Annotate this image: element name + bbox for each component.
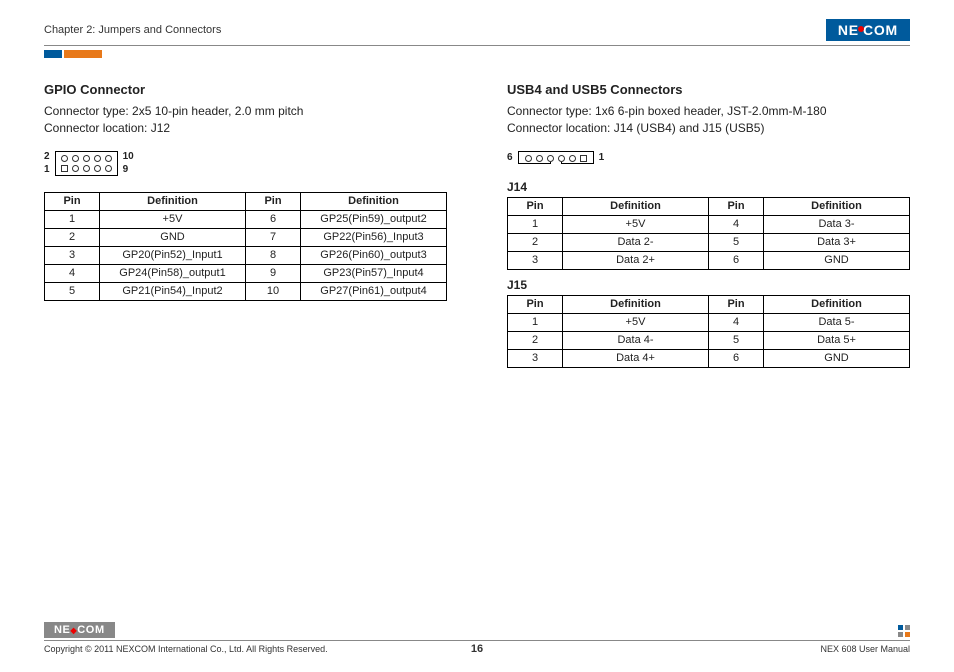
page-corner-icon <box>898 625 910 637</box>
j14-table: Pin Definition Pin Definition 1+5V4Data … <box>507 197 910 270</box>
table-row: 1+5V6GP25(Pin59)_output2 <box>45 210 447 228</box>
gpio-diagram: 2 1 10 9 <box>44 151 447 176</box>
table-row: 2Data 4-5Data 5+ <box>508 331 910 349</box>
table-row: 1+5V4Data 3- <box>508 215 910 233</box>
page-footer: NE◆COM Copyright © 2011 NEXCOM Internati… <box>44 622 910 654</box>
gpio-table: Pin Definition Pin Definition 1+5V6GP25(… <box>44 192 447 301</box>
j15-label: J15 <box>507 278 910 292</box>
gpio-description: Connector type: 2x5 10-pin header, 2.0 m… <box>44 103 447 137</box>
section-tab-bar <box>44 50 910 60</box>
table-row: 3GP20(Pin52)_Input18GP26(Pin60)_output3 <box>45 246 447 264</box>
table-header-row: Pin Definition Pin Definition <box>508 295 910 313</box>
table-header-row: Pin Definition Pin Definition <box>508 197 910 215</box>
usb-title: USB4 and USB5 Connectors <box>507 82 910 97</box>
table-row: 5GP21(Pin54)_Input210GP27(Pin61)_output4 <box>45 282 447 300</box>
footer-logo: NE◆COM <box>44 622 115 638</box>
j15-table: Pin Definition Pin Definition 1+5V4Data … <box>507 295 910 368</box>
table-row: 1+5V4Data 5- <box>508 313 910 331</box>
table-row: 3Data 4+6GND <box>508 349 910 367</box>
table-row: 2GND7GP22(Pin56)_Input3 <box>45 228 447 246</box>
usb-section: USB4 and USB5 Connectors Connector type:… <box>507 82 910 368</box>
j14-label: J14 <box>507 180 910 194</box>
table-header-row: Pin Definition Pin Definition <box>45 192 447 210</box>
usb-diagram: 6 1 <box>507 151 910 164</box>
manual-name: NEX 608 User Manual <box>820 644 910 654</box>
copyright-text: Copyright © 2011 NEXCOM International Co… <box>44 644 328 654</box>
usb-description: Connector type: 1x6 6-pin boxed header, … <box>507 103 910 137</box>
brand-logo: NECOM <box>826 19 910 41</box>
table-row: 2Data 2-5Data 3+ <box>508 233 910 251</box>
table-row: 4GP24(Pin58)_output19GP23(Pin57)_Input4 <box>45 264 447 282</box>
table-row: 3Data 2+6GND <box>508 251 910 269</box>
page-header: Chapter 2: Jumpers and Connectors NECOM <box>44 18 910 46</box>
chapter-title: Chapter 2: Jumpers and Connectors <box>44 24 221 36</box>
gpio-section: GPIO Connector Connector type: 2x5 10-pi… <box>44 82 447 368</box>
gpio-title: GPIO Connector <box>44 82 447 97</box>
page-number: 16 <box>471 643 483 655</box>
